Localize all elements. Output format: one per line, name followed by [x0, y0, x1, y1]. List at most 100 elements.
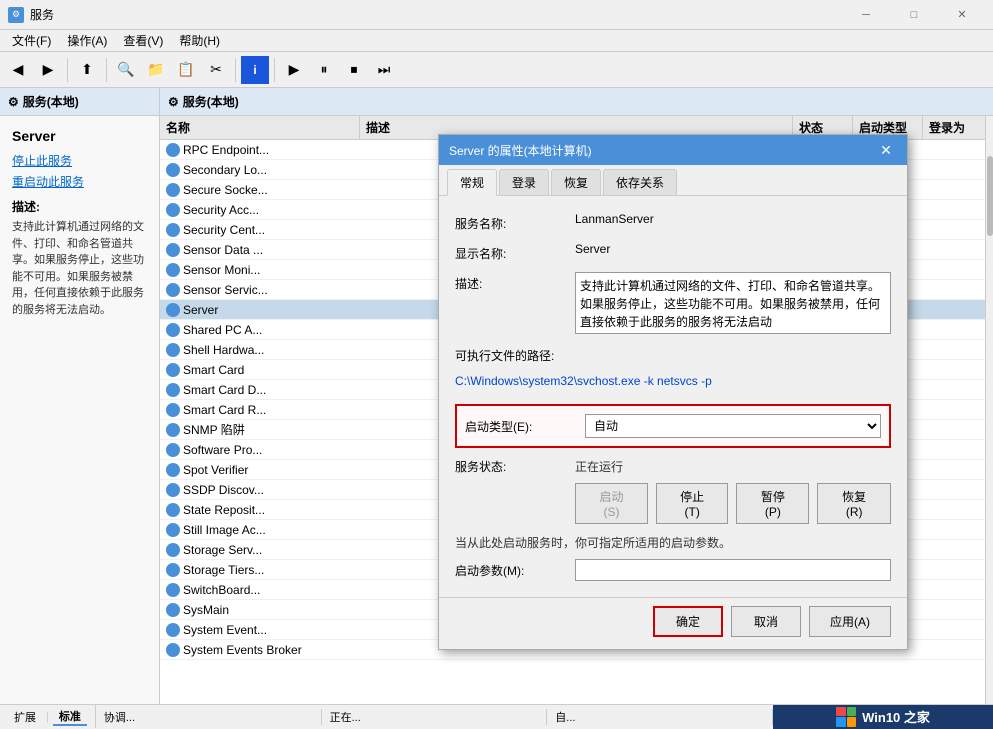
- service-login-cell: [923, 588, 993, 592]
- service-name-cell: Secure Socke...: [160, 181, 360, 199]
- search-button[interactable]: 🔍: [112, 56, 140, 84]
- description-textarea[interactable]: [575, 272, 891, 334]
- left-panel-content: Server 停止此服务 重启动此服务 描述: 支持此计算机通过网络的文件、打印…: [0, 116, 159, 330]
- pause-service-button[interactable]: 暂停(P): [736, 483, 809, 524]
- param-row: 启动参数(M):: [455, 559, 891, 581]
- copy-button[interactable]: 📋: [172, 56, 200, 84]
- service-icon: [166, 283, 180, 297]
- menu-file[interactable]: 文件(F): [4, 30, 59, 52]
- title-bar-buttons: ─ □ ✕: [843, 0, 985, 30]
- status-value: 正在运行: [575, 458, 623, 475]
- status-row: 服务状态: 正在运行: [455, 458, 891, 475]
- description-row: 描述:: [455, 272, 891, 334]
- dialog-body: 服务名称: LanmanServer 显示名称: Server 描述: 可执行文…: [439, 196, 907, 597]
- menu-action[interactable]: 操作(A): [59, 30, 115, 52]
- service-name-cell: Storage Tiers...: [160, 561, 360, 579]
- status-section: 服务状态: 正在运行 启动(S) 停止(T) 暂停(P) 恢复(R): [455, 458, 891, 524]
- service-name-cell: Storage Serv...: [160, 541, 360, 559]
- app-icon: ⚙: [8, 7, 24, 23]
- service-name-cell: SSDP Discov...: [160, 481, 360, 499]
- stop-button[interactable]: ⏹: [340, 56, 368, 84]
- tab-dependencies[interactable]: 依存关系: [603, 169, 677, 195]
- service-login-cell: [923, 328, 993, 332]
- service-icon: [166, 383, 180, 397]
- service-login-cell: [923, 568, 993, 572]
- start-service-button[interactable]: 启动(S): [575, 483, 648, 524]
- menu-help[interactable]: 帮助(H): [171, 30, 228, 52]
- stop-service-link[interactable]: 停止此服务: [12, 152, 147, 169]
- display-name-label: 显示名称:: [455, 242, 575, 262]
- tab-login[interactable]: 登录: [499, 169, 549, 195]
- service-login-cell: [923, 368, 993, 372]
- brand-name: Win10 之家: [862, 707, 930, 726]
- service-login-cell: [923, 248, 993, 252]
- service-login-cell: [923, 348, 993, 352]
- startup-note: 当从此处启动服务时，你可指定所适用的启动参数。: [455, 534, 891, 551]
- col-name: 名称: [160, 116, 360, 139]
- ok-button[interactable]: 确定: [653, 606, 723, 637]
- service-name-cell: SwitchBoard...: [160, 581, 360, 599]
- tab-standard[interactable]: 标准: [53, 708, 87, 726]
- service-icon: [166, 303, 180, 317]
- restore-button[interactable]: □: [891, 0, 937, 30]
- minimize-button[interactable]: ─: [843, 0, 889, 30]
- restart-button[interactable]: ⏭: [370, 56, 398, 84]
- tab-recovery[interactable]: 恢复: [551, 169, 601, 195]
- main-scrollbar[interactable]: [985, 116, 993, 704]
- service-name-label: 服务名称:: [455, 212, 575, 232]
- service-name-cell: Sensor Moni...: [160, 261, 360, 279]
- tab-general[interactable]: 常规: [447, 169, 497, 196]
- status-label: 服务状态:: [455, 458, 575, 475]
- toolbar-sep-2: [106, 58, 107, 82]
- restart-service-link[interactable]: 重启动此服务: [12, 173, 147, 190]
- close-button[interactable]: ✕: [939, 0, 985, 30]
- service-icon: [166, 263, 180, 277]
- toolbar-sep-3: [235, 58, 236, 82]
- back-button[interactable]: ◀: [4, 56, 32, 84]
- service-name-cell: Server: [160, 301, 360, 319]
- dialog-close-button[interactable]: ✕: [875, 139, 897, 161]
- tab-expand[interactable]: 扩展: [8, 709, 42, 725]
- resume-service-button[interactable]: 恢复(R): [817, 483, 891, 524]
- service-icon: [166, 443, 180, 457]
- col-login: 登录为: [923, 116, 993, 139]
- forward-button[interactable]: ▶: [34, 56, 62, 84]
- service-name-cell: SNMP 陷阱: [160, 419, 360, 440]
- title-bar: ⚙ 服务 ─ □ ✕: [0, 0, 993, 30]
- status-bar-tabs: 扩展 | 标准: [0, 705, 96, 728]
- service-icon: [166, 423, 180, 437]
- service-name-cell: Shell Hardwa...: [160, 341, 360, 359]
- move-button[interactable]: ✂: [202, 56, 230, 84]
- exec-path-row: 可执行文件的路径:: [455, 344, 891, 364]
- left-panel-header: ⚙ 服务(本地): [0, 88, 159, 116]
- menu-view[interactable]: 查看(V): [115, 30, 171, 52]
- service-login-cell: [923, 628, 993, 632]
- display-name-value: Server: [575, 242, 891, 256]
- service-login-cell: [923, 448, 993, 452]
- service-name-cell: System Event...: [160, 621, 360, 639]
- apply-button[interactable]: 应用(A): [809, 606, 891, 637]
- stop-service-button[interactable]: 停止(T): [656, 483, 728, 524]
- pause-button[interactable]: ⏸: [310, 56, 338, 84]
- service-icon: [166, 583, 180, 597]
- service-name-row: 服务名称: LanmanServer: [455, 212, 891, 232]
- description-text: 支持此计算机通过网络的文件、打印、和命名管道共享。如果服务停止，这些功能不可用。…: [12, 219, 147, 318]
- info-button[interactable]: i: [241, 56, 269, 84]
- play-button[interactable]: ▶: [280, 56, 308, 84]
- param-input[interactable]: [575, 559, 891, 581]
- service-login-cell: [923, 508, 993, 512]
- service-login-cell: [923, 408, 993, 412]
- description-label: 描述:: [12, 198, 147, 215]
- cancel-button[interactable]: 取消: [731, 606, 801, 637]
- startup-type-select[interactable]: 自动 手动 禁用 自动(延迟启动): [585, 414, 881, 438]
- service-icon: [166, 343, 180, 357]
- toolbar-sep-4: [274, 58, 275, 82]
- service-name-cell: Sensor Data ...: [160, 241, 360, 259]
- service-name-cell: Smart Card R...: [160, 401, 360, 419]
- folder-button[interactable]: 📁: [142, 56, 170, 84]
- up-button[interactable]: ⬆: [73, 56, 101, 84]
- main-area: ⚙ 服务(本地) Server 停止此服务 重启动此服务 描述: 支持此计算机通…: [0, 88, 993, 704]
- menu-bar: 文件(F) 操作(A) 查看(V) 帮助(H): [0, 30, 993, 52]
- service-icon: [166, 483, 180, 497]
- service-login-cell: [923, 488, 993, 492]
